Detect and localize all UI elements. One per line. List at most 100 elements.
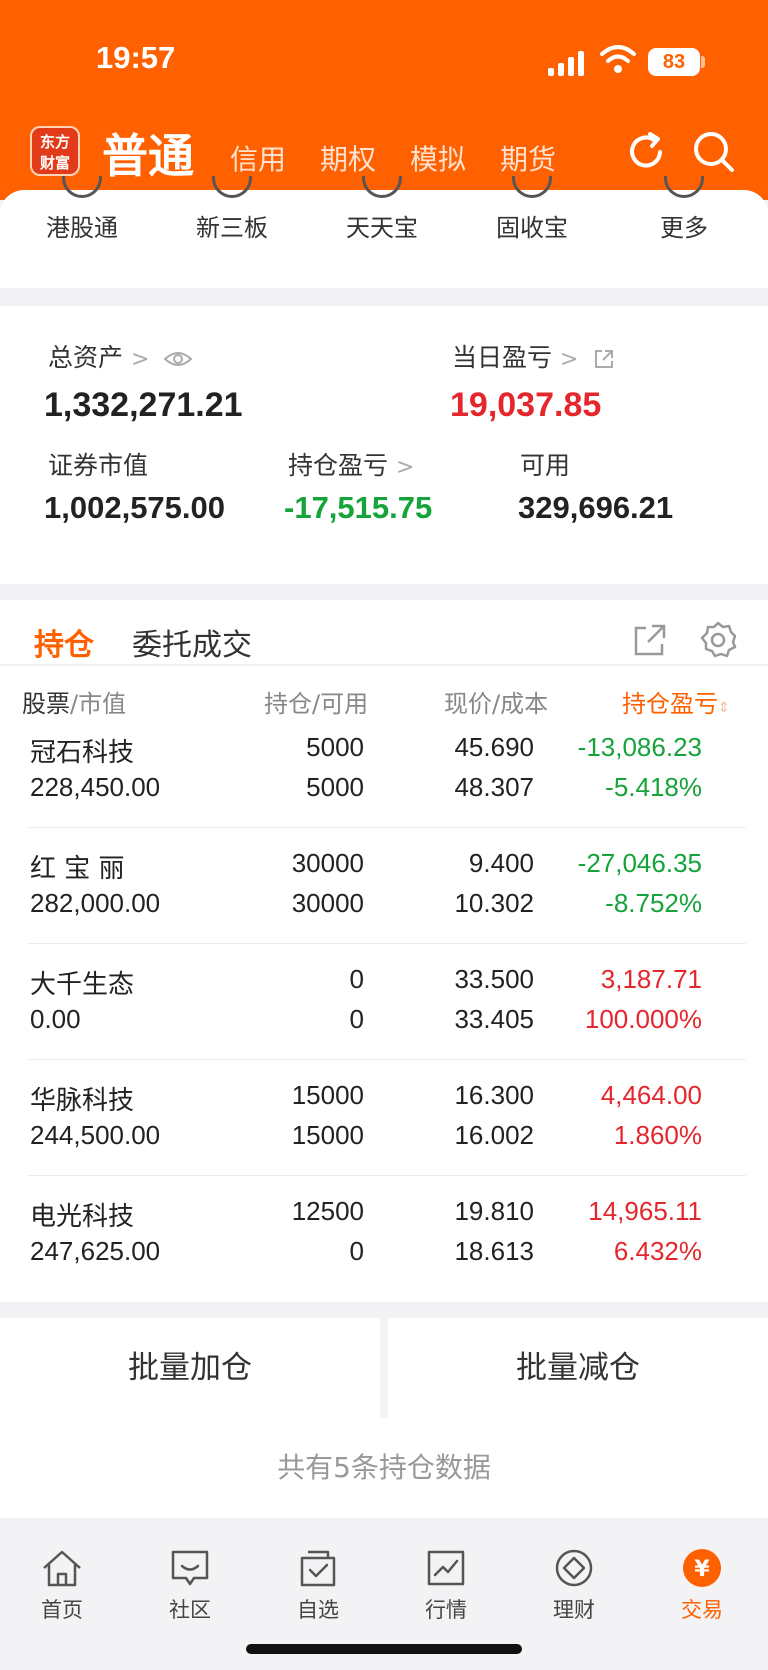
search-icon[interactable] — [690, 128, 738, 176]
available-qty: 5000 — [306, 772, 364, 802]
chevron-right-icon: > — [131, 347, 150, 372]
position-qty: 12500 — [291, 1196, 364, 1226]
position-qty: 30000 — [291, 848, 364, 878]
available-qty: 15000 — [291, 1120, 364, 1150]
bottom-tab-trade[interactable]: ¥ 交易 — [654, 1548, 750, 1624]
community-icon — [171, 1550, 209, 1586]
stock-market-value: 228,450.00 — [30, 772, 161, 802]
home-indicator — [246, 1644, 522, 1654]
holding-row[interactable]: 冠石科技 228,450.00 5000 5000 45.690 48.307 -13,08… — [0, 712, 768, 828]
bottom-tab-wealth[interactable]: 理财 — [526, 1548, 622, 1624]
shortcut-icon-peek — [512, 176, 552, 198]
stock-market-value: 282,000.00 — [30, 888, 161, 918]
cost-price: 16.002 — [454, 1120, 534, 1150]
holding-pl-label-text: 持仓盈亏 — [288, 451, 389, 480]
current-price: 19.810 — [454, 1196, 534, 1226]
shortcut-tiantianbao[interactable]: 天天宝 — [322, 208, 442, 243]
stock-name: 华脉科技 — [30, 1086, 135, 1116]
market-value: 1,002,575.00 — [44, 490, 226, 525]
daily-pl-label[interactable]: 当日盈亏 > — [452, 338, 616, 374]
bottom-tab-watchlist[interactable]: 自选 — [270, 1548, 366, 1624]
holding-row[interactable]: 电光科技 247,625.00 12500 0 19.810 18.613 14,965.1… — [0, 1176, 768, 1292]
position-pl: -13,086.23 — [577, 732, 702, 762]
svg-text:¥: ¥ — [694, 1557, 710, 1582]
bottom-tab-label: 首页 — [41, 1598, 83, 1622]
total-assets-label-text: 总资产 — [48, 343, 124, 372]
holding-row[interactable]: 大千生态 0.00 0 0 33.500 33.405 3,187.71 100.000% — [0, 944, 768, 1060]
chevron-right-icon: > — [560, 347, 579, 372]
bottom-tab-label: 行情 — [425, 1598, 467, 1622]
tab-orders[interactable]: 委托成交 — [132, 620, 252, 664]
battery-indicator: 83 — [648, 48, 700, 76]
shortcut-neeq[interactable]: 新三板 — [172, 208, 292, 243]
shortcut-icon-peek — [362, 176, 402, 198]
available-value: 329,696.21 — [518, 490, 674, 525]
tab-positions[interactable]: 持仓 — [34, 620, 94, 664]
refresh-icon[interactable] — [622, 128, 670, 176]
shortcut-more[interactable]: 更多 — [624, 208, 744, 243]
holding-pl-label[interactable]: 持仓盈亏 > — [288, 446, 414, 482]
external-link-icon[interactable] — [592, 347, 616, 371]
tab-options[interactable]: 期权 — [320, 138, 376, 178]
logo-text-1: 东方 — [39, 133, 70, 151]
cellular-signal-icon — [548, 50, 588, 76]
app-logo: 东方 财富 — [30, 126, 80, 176]
position-pl: 4,464.00 — [600, 1080, 702, 1110]
cost-price: 48.307 — [454, 772, 534, 802]
tab-divider — [0, 664, 768, 666]
available-label: 可用 — [520, 451, 571, 480]
settings-gear-icon[interactable] — [698, 620, 738, 660]
tab-simulation[interactable]: 模拟 — [410, 138, 466, 178]
available-qty: 30000 — [291, 888, 364, 918]
logo-text-2: 财富 — [39, 154, 70, 172]
stock-name: 大千生态 — [30, 970, 135, 1000]
shortcut-hk-connect[interactable]: 港股通 — [22, 208, 142, 243]
total-assets-value: 1,332,271.21 — [44, 386, 243, 424]
position-pl: 14,965.11 — [588, 1196, 702, 1226]
holding-row[interactable]: 红 宝 丽 282,000.00 30000 30000 9.400 10.302 -27,… — [0, 828, 768, 944]
batch-reduce-button[interactable]: 批量减仓 — [388, 1318, 768, 1418]
position-qty: 15000 — [291, 1080, 364, 1110]
stock-market-value: 0.00 — [30, 1004, 81, 1034]
stock-name: 冠石科技 — [30, 738, 135, 768]
current-price: 16.300 — [454, 1080, 534, 1110]
stock-name: 电光科技 — [30, 1202, 135, 1232]
daily-pl-value: 19,037.85 — [450, 386, 602, 424]
eye-icon[interactable] — [163, 349, 193, 369]
total-assets-label[interactable]: 总资产 > — [48, 338, 193, 374]
bottom-tab-home[interactable]: 首页 — [14, 1548, 110, 1624]
position-pl: 3,187.71 — [600, 964, 702, 994]
battery-tip — [701, 56, 705, 68]
available-qty: 0 — [349, 1004, 364, 1034]
bottom-tab-label: 交易 — [681, 1598, 723, 1622]
tab-credit[interactable]: 信用 — [230, 138, 286, 178]
stock-market-value: 244,500.00 — [30, 1120, 161, 1150]
bottom-tab-community[interactable]: 社区 — [142, 1548, 238, 1624]
asset-summary: 总资产 > 1,332,271.21 当日盈亏 > 19,037.85 证券市值 1… — [0, 306, 768, 584]
stock-market-value: 247,625.00 — [30, 1236, 161, 1266]
bottom-tab-market[interactable]: 行情 — [398, 1548, 494, 1624]
holdings-count-text: 共有5条持仓数据 — [0, 1418, 768, 1518]
tab-normal[interactable]: 普通 — [102, 120, 194, 186]
position-pl: -27,046.35 — [577, 848, 702, 878]
market-icon — [427, 1550, 465, 1586]
shortcut-panel: 港股通 新三板 天天宝 固收宝 更多 — [0, 176, 768, 288]
shortcut-gushoubao[interactable]: 固收宝 — [472, 208, 592, 243]
market-value-label: 证券市值 — [48, 451, 149, 480]
watchlist-icon — [300, 1550, 336, 1587]
current-price: 9.400 — [468, 848, 534, 878]
bottom-tab-label: 自选 — [297, 1598, 339, 1622]
shortcut-icon-peek — [664, 176, 704, 198]
tab-futures[interactable]: 期货 — [500, 138, 556, 178]
trade-icon: ¥ — [683, 1549, 721, 1587]
shortcut-icon-peek — [62, 176, 102, 198]
wifi-icon — [600, 45, 636, 73]
holding-pl-value: -17,515.75 — [284, 490, 433, 525]
position-pl-percent: 1.860% — [613, 1120, 702, 1150]
batch-add-button[interactable]: 批量加仓 — [0, 1318, 380, 1418]
share-icon[interactable] — [630, 620, 670, 660]
status-time: 19:57 — [96, 40, 176, 75]
position-pl-percent: 100.000% — [584, 1004, 702, 1034]
holdings-panel: 持仓 委托成交 股票/市值 持仓/可用 现价/成本 持仓盈亏⇕ 冠石科技 228,… — [0, 600, 768, 1302]
holding-row[interactable]: 华脉科技 244,500.00 15000 15000 16.300 16.002 4,46… — [0, 1060, 768, 1176]
